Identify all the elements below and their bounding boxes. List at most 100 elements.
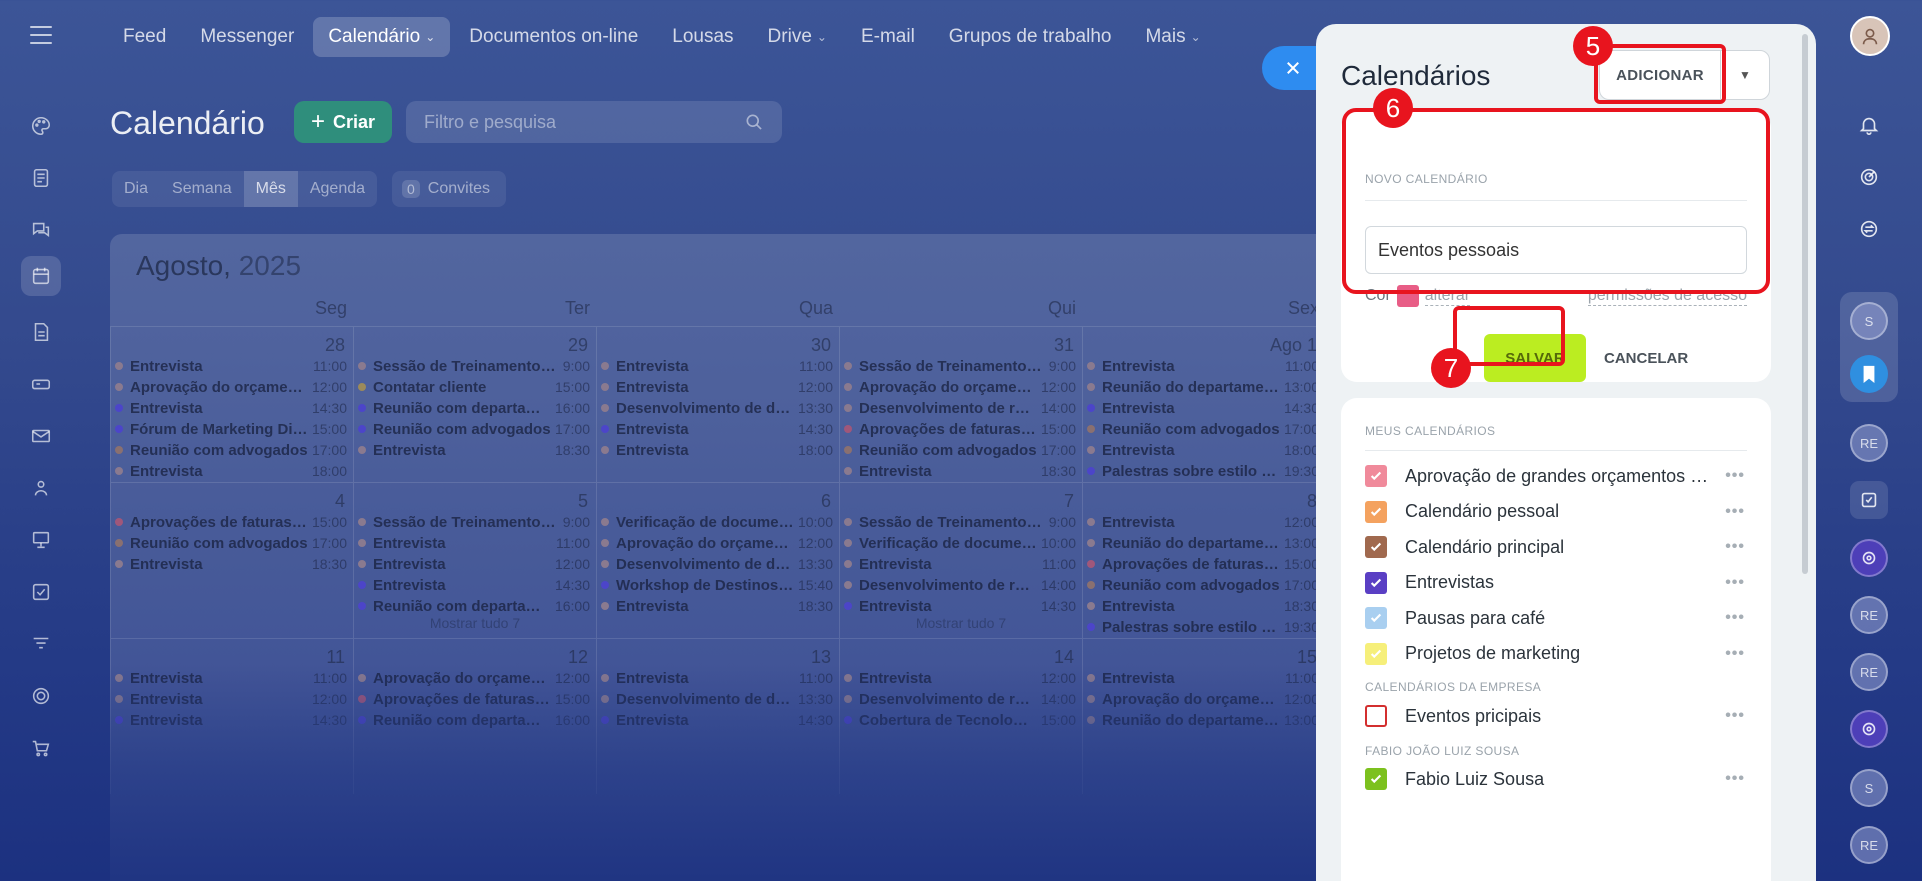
calendar-event[interactable]: Desenvolvimento de do… 13:30 [601, 397, 833, 419]
chat-icon[interactable] [21, 210, 61, 250]
more-options-icon[interactable]: ••• [1715, 538, 1745, 556]
cancel-button[interactable]: CANCELAR [1604, 334, 1688, 382]
day-cell[interactable]: 12 Aprovação do orçament… 12:00 Aprovações … [353, 638, 596, 794]
calendar-event[interactable]: Reunião com advogados 17:00 [1087, 574, 1319, 596]
calendar-event[interactable]: Entrevista 14:30 [601, 709, 833, 731]
chat-avatar-re[interactable]: RE [1850, 826, 1888, 864]
calendar-event[interactable]: Entrevista 18:30 [601, 595, 833, 617]
activity-icon[interactable] [1850, 158, 1888, 196]
day-cell[interactable]: 7 Sessão de Treinamento d… 9:00 Verificação… [839, 482, 1082, 638]
calendar-event[interactable]: Entrevista 18:00 [115, 460, 347, 482]
calendar-event[interactable]: Sessão de Treinamento d… 9:00 [358, 355, 590, 377]
calendar-event[interactable]: Palestras sobre estilo de… 19:30 [1087, 460, 1319, 482]
calendar-event[interactable]: Entrevista 18:00 [601, 439, 833, 461]
chat-avatar-s[interactable]: S [1850, 769, 1888, 807]
calendar-event[interactable]: Sessão de Treinamento d… 9:00 [358, 511, 590, 533]
day-cell[interactable]: 14 Entrevista 12:00 Desenvolvimento de reg…… [839, 638, 1082, 794]
calendar-event[interactable]: Reunião com departam… 16:00 [358, 595, 590, 617]
calendar-event[interactable]: Entrevista 11:00 [601, 667, 833, 689]
calendar-event[interactable]: Entrevista 12:00 [358, 553, 590, 575]
target-icon[interactable] [21, 676, 61, 716]
more-options-icon[interactable]: ••• [1715, 770, 1745, 788]
calendar-list-item[interactable]: Pausas para café ••• [1365, 600, 1745, 636]
calendar-event[interactable]: Reunião do departamen… 13:00 [1087, 376, 1319, 398]
more-options-icon[interactable]: ••• [1715, 574, 1745, 592]
group-chat-icon[interactable] [1850, 539, 1888, 577]
calendar-event[interactable]: Desenvolvimento de do… 13:30 [601, 688, 833, 710]
calendar-event[interactable]: Cobertura de Tecnolo… 15:00 [844, 709, 1076, 731]
more-options-icon[interactable]: ••• [1715, 645, 1745, 663]
day-cell[interactable]: 30 Entrevista 11:00 Entrevista 12:00 Desenvol… [596, 326, 839, 482]
calendar-event[interactable]: Desenvolvimento de reg… 14:00 [844, 574, 1076, 596]
calendar-event[interactable]: Entrevista 12:00 [115, 688, 347, 710]
topnav-item-8[interactable]: Mais ⌄ [1130, 17, 1215, 57]
day-cell[interactable]: 13 Entrevista 11:00 Desenvolvimento de do… 1… [596, 638, 839, 794]
calendar-event[interactable]: Reunião com advogados 17:00 [115, 532, 347, 554]
calendar-event[interactable]: Verificação de documen… 10:00 [844, 532, 1076, 554]
calendar-list-item[interactable]: Eventos pricipais ••• [1365, 698, 1745, 734]
view-tab-3[interactable]: Agenda [298, 171, 377, 207]
calendar-checkbox[interactable] [1365, 536, 1387, 558]
show-all-link[interactable]: Mostrar tudo 7 [354, 615, 596, 631]
create-button[interactable]: + Criar [294, 101, 392, 143]
calendar-event[interactable]: Reunião com advogados 17:00 [1087, 418, 1319, 440]
view-tab-2[interactable]: Mês [243, 171, 298, 207]
chat-avatar-re[interactable]: RE [1850, 653, 1888, 691]
calendar-event[interactable]: Aprovações de faturas d… 15:00 [844, 418, 1076, 440]
user-avatar[interactable] [1850, 16, 1890, 56]
calendar-event[interactable]: Entrevista 18:30 [844, 460, 1076, 482]
calendar-event[interactable]: Entrevista 11:00 [115, 667, 347, 689]
calendar-event[interactable]: Entrevista 18:00 [1087, 439, 1319, 461]
calendar-list-item[interactable]: Aprovação de grandes orçamentos … ••• [1365, 458, 1745, 494]
more-options-icon[interactable]: ••• [1715, 609, 1745, 627]
add-menu-button[interactable]: ▼ [1720, 50, 1770, 100]
calendar-event[interactable]: Entrevista 11:00 [844, 553, 1076, 575]
calendar-event[interactable]: Aprovação do orçament… 12:00 [601, 532, 833, 554]
calendar-event[interactable]: Desenvolvimento de do… 13:30 [601, 553, 833, 575]
calendar-event[interactable]: Desenvolvimento de reg… 14:00 [844, 397, 1076, 419]
panel-scrollbar[interactable] [1802, 34, 1808, 574]
calendar-checkbox[interactable] [1365, 607, 1387, 629]
day-cell[interactable]: Ago 1 Entrevista 11:00 Reunião do departame… [1082, 326, 1325, 482]
calendar-event[interactable]: Reunião com departam… 16:00 [358, 709, 590, 731]
chat-avatar-s[interactable]: S [1850, 302, 1888, 340]
chat-avatar-re[interactable]: RE [1850, 424, 1888, 462]
day-cell[interactable]: 11 Entrevista 11:00 Entrevista 12:00 Entrevis… [110, 638, 353, 794]
topnav-item-4[interactable]: Lousas [657, 17, 748, 57]
search-input[interactable]: Filtro e pesquisa [406, 101, 782, 143]
calendar-event[interactable]: Entrevista 11:00 [601, 355, 833, 377]
calendar-event[interactable]: Entrevista 14:30 [844, 595, 1076, 617]
calendar-event[interactable]: Entrevista 11:00 [115, 355, 347, 377]
calendar-event[interactable]: Entrevista 14:30 [115, 709, 347, 731]
calendar-event[interactable]: Reunião com advogados 17:00 [844, 439, 1076, 461]
calendar-event[interactable]: Aprovação do orçament… 12:00 [115, 376, 347, 398]
presentation-icon[interactable] [21, 520, 61, 560]
tasks-icon[interactable] [21, 572, 61, 612]
day-cell[interactable]: 8 Entrevista 12:00 Reunião do departamen… 13… [1082, 482, 1325, 638]
calendar-event[interactable]: Reunião do departamen… 13:00 [1087, 709, 1319, 731]
calendar-event[interactable]: Entrevista 14:30 [1087, 397, 1319, 419]
calendar-event[interactable]: Entrevista 18:30 [115, 553, 347, 575]
calendar-event[interactable]: Aprovações de faturas d… 15:00 [358, 688, 590, 710]
calendar-event[interactable]: Verificação de documen… 10:00 [601, 511, 833, 533]
calendar-checkbox[interactable] [1365, 465, 1387, 487]
topnav-item-2[interactable]: Calendário ⌄ [313, 17, 451, 57]
calendar-event[interactable]: Entrevista 14:30 [115, 397, 347, 419]
filter-icon[interactable] [21, 624, 61, 664]
groups-icon[interactable] [21, 468, 61, 508]
calendar-event[interactable]: Reunião com advogados 17:00 [358, 418, 590, 440]
calendar-event[interactable]: Fórum de Marketing Di… 15:00 [115, 418, 347, 440]
sync-icon[interactable] [1850, 210, 1888, 248]
notifications-icon[interactable] [1850, 106, 1888, 144]
calendar-event[interactable]: Entrevista 18:30 [1087, 595, 1319, 617]
calendar-event[interactable]: Palestras sobre estilo de… 19:30 [1087, 616, 1319, 638]
calendar-event[interactable]: Contatar cliente 15:00 [358, 376, 590, 398]
view-tab-1[interactable]: Semana [160, 171, 244, 207]
day-cell[interactable]: 6 Verificação de documen… 10:00 Aprovação d… [596, 482, 839, 638]
calendar-list-item[interactable]: Calendário pessoal ••• [1365, 494, 1745, 530]
calendar-event[interactable]: Aprovação do orçament… 12:00 [844, 376, 1076, 398]
calendar-checkbox[interactable] [1365, 705, 1387, 727]
calendar-icon[interactable] [21, 256, 61, 296]
calendar-list-item[interactable]: Projetos de marketing ••• [1365, 636, 1745, 672]
show-all-link[interactable]: Mostrar tudo 7 [840, 615, 1082, 631]
